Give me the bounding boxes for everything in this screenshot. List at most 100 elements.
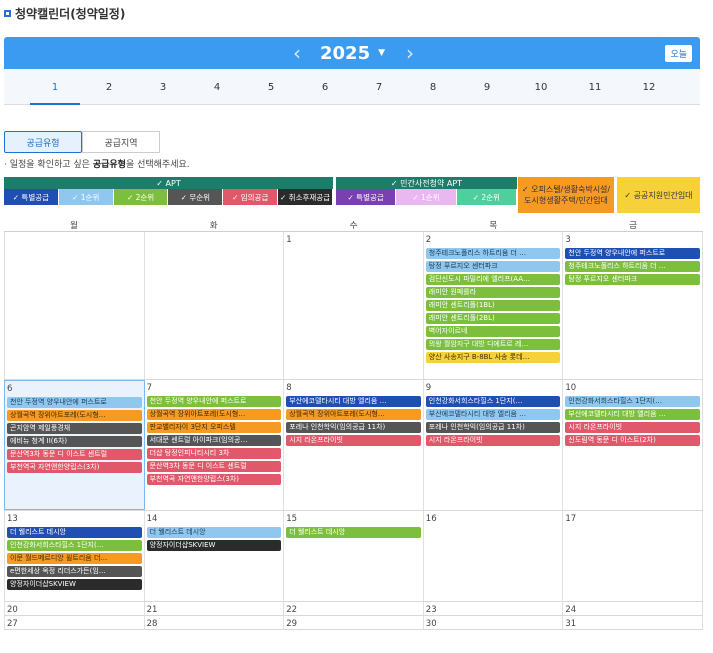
month-tab-6[interactable]: 6 xyxy=(300,69,350,105)
year-label[interactable]: 2025 xyxy=(320,43,370,64)
calendar-day[interactable]: 22 xyxy=(284,602,424,615)
filter-apt-random-button[interactable]: ✓ 임의공급 xyxy=(223,189,279,205)
calendar-event[interactable]: 신도림역 동문 디 이스트(2차) xyxy=(565,435,700,446)
month-tab-2[interactable]: 2 xyxy=(84,69,134,105)
calendar-day[interactable]: 31 xyxy=(563,616,703,629)
calendar-event[interactable]: 문산역3차 동문 디 이스트 센트럴 xyxy=(146,461,282,472)
calendar-day[interactable] xyxy=(4,232,145,379)
calendar-day[interactable]: 30 xyxy=(424,616,564,629)
calendar-event[interactable]: 탕정 푸르지오 센터파크 xyxy=(425,261,561,272)
filter-apt-no-rank-button[interactable]: ✓ 무순위 xyxy=(168,189,224,205)
calendar-event[interactable]: 천안 두정역 양우내안에 퍼스트로 xyxy=(565,248,700,259)
filter-apt-title[interactable]: ✓ APT xyxy=(4,177,333,189)
caret-down-icon[interactable]: ▼ xyxy=(378,48,385,58)
calendar-day[interactable]: 13 더 웰리스트 데시앙 인천강화서희스타힐스 1단지(… 이문 월드메르디앙 윌트… xyxy=(4,511,145,601)
calendar-event[interactable]: 더 웰리스트 데시앙 xyxy=(286,527,421,538)
calendar-event[interactable]: 인천강화서희스타힐스 1단지(… xyxy=(565,396,700,407)
calendar-event[interactable]: 검단신도시 파밀리에 엘리프(AA… xyxy=(425,274,561,285)
calendar-event[interactable]: 청주테크노폴리스 하트리움 더 … xyxy=(425,248,561,259)
calendar-event[interactable]: e편한세상 옥정 리더스가든(임… xyxy=(7,566,142,577)
calendar-day[interactable]: 17 xyxy=(563,511,703,601)
month-tab-5[interactable]: 5 xyxy=(246,69,296,105)
month-tab-3[interactable]: 3 xyxy=(138,69,188,105)
tab-supply-region[interactable]: 공급지역 xyxy=(82,131,160,153)
calendar-day[interactable]: 7 천안 두정역 양우내안에 퍼스트로 상월곡역 장위아트포레(도시형… 판교밸리자이… xyxy=(145,380,285,510)
calendar-event[interactable]: 문산역3차 동문 디 이스트 센트럴 xyxy=(7,449,142,460)
calendar-event[interactable]: 시지 라온프라이빗 xyxy=(425,435,561,446)
calendar-event[interactable]: 양정자이더샵SKVIEW xyxy=(7,579,142,590)
next-year-icon[interactable]: › xyxy=(395,41,425,65)
prev-year-icon[interactable]: ‹ xyxy=(282,41,312,65)
calendar-event[interactable]: 인천강화서희스타힐스 1단지(… xyxy=(425,396,561,407)
month-tab-12[interactable]: 12 xyxy=(624,69,674,105)
calendar-event[interactable]: 벽어자이르네 xyxy=(425,326,561,337)
month-tab-4[interactable]: 4 xyxy=(192,69,242,105)
calendar-day[interactable]: 23 xyxy=(424,602,564,615)
calendar-event[interactable]: 래미안 센트리폴(1BL) xyxy=(425,300,561,311)
calendar-event[interactable]: 양정자이더샵SKVIEW xyxy=(146,540,282,551)
calendar-day[interactable]: 21 xyxy=(145,602,285,615)
calendar-event[interactable]: 부천역곡 자연앤한양립스(3차) xyxy=(7,462,142,473)
calendar-day[interactable]: 29 xyxy=(284,616,424,629)
calendar-event[interactable]: 인천강화서희스타힐스 1단지(… xyxy=(7,540,142,551)
calendar-event[interactable]: 상월곡역 장위아트포레(도시형… xyxy=(286,409,421,420)
today-button[interactable]: 오늘 xyxy=(665,45,692,62)
month-tab-7[interactable]: 7 xyxy=(354,69,404,105)
calendar-day[interactable]: 3 천안 두정역 양우내안에 퍼스트로 청주테크노폴리스 하트리움 더 … 탕정 푸르… xyxy=(563,232,703,379)
calendar-event[interactable]: 더샵 탕정인피니티시티 3차 xyxy=(146,448,282,459)
calendar-event[interactable]: 양산 사송지구 B-8BL 사송 롯데… xyxy=(425,352,561,363)
calendar-day[interactable]: 20 xyxy=(4,602,145,615)
calendar-day[interactable]: 10 인천강화서희스타힐스 1단지(… 부산에코델타시티 대방 엘리움 … 시지 라온… xyxy=(563,380,703,510)
month-tab-10[interactable]: 10 xyxy=(516,69,566,105)
filter-private-title[interactable]: ✓ 민간사전청약 APT xyxy=(336,177,517,189)
calendar-event[interactable]: 포레나 인천학익(임의공급 11차) xyxy=(425,422,561,433)
filter-private-second-rank-button[interactable]: ✓ 2순위 xyxy=(456,189,517,205)
calendar-event[interactable]: 이문 월드메르디앙 윌트리움 더… xyxy=(7,553,142,564)
filter-apt-second-rank-button[interactable]: ✓ 2순위 xyxy=(113,189,169,205)
filter-public-rental-button[interactable]: ✓ 공공지원민간임대 xyxy=(617,177,700,213)
calendar-day[interactable]: 14 더 웰리스트 데시앙 양정자이더샵SKVIEW xyxy=(145,511,285,601)
month-tab-1[interactable]: 1 xyxy=(30,69,80,105)
calendar-day[interactable]: 9 인천강화서희스타힐스 1단지(… 부산에코델타시티 대방 엘리움 … 포레나 인천… xyxy=(424,380,564,510)
calendar-day[interactable]: 8 부산에코델타시티 대방 엘리움 … 상월곡역 장위아트포레(도시형… 포레나 인천… xyxy=(284,380,424,510)
calendar-event[interactable]: 부천역곡 자연앤한양립스(3차) xyxy=(146,474,282,485)
filter-apt-special-button[interactable]: ✓ 특별공급 xyxy=(4,189,59,205)
calendar-event[interactable]: 에비뉴 청계 II(6차) xyxy=(7,436,142,447)
calendar-event[interactable]: 판교밸리자이 3단지 오피스텔 xyxy=(146,422,282,433)
calendar-event[interactable]: 부산에코델타시티 대방 엘리움 … xyxy=(286,396,421,407)
calendar-day[interactable]: 1 xyxy=(284,232,424,379)
filter-officetel-button[interactable]: ✓ 오피스텔/생활숙박시설/도시형생활주택/민간임대 xyxy=(518,177,614,213)
calendar-event[interactable]: 의왕 월암지구 대방 디에트르 레… xyxy=(425,339,561,350)
calendar-event[interactable]: 더 웰리스트 데시앙 xyxy=(7,527,142,538)
calendar-day[interactable]: 6 천안 두정역 양우내안에 퍼스트로 상월곡역 장위아트포레(도시형… 곤지암역 제… xyxy=(4,380,145,510)
filter-private-special-button[interactable]: ✓ 특별공급 xyxy=(336,189,397,205)
calendar-day[interactable]: 27 xyxy=(4,616,145,629)
calendar-day[interactable] xyxy=(145,232,285,379)
calendar-event[interactable]: 부산에코델타시티 대방 엘리움 … xyxy=(425,409,561,420)
calendar-event[interactable]: 시지 라온프라이빗 xyxy=(565,422,700,433)
calendar-event[interactable]: 래미안 원페를라 xyxy=(425,287,561,298)
calendar-day[interactable]: 2 청주테크노폴리스 하트리움 더 … 탕정 푸르지오 센터파크 검단신도시 파밀리에… xyxy=(424,232,564,379)
calendar-event[interactable]: 천안 두정역 양우내안에 퍼스트로 xyxy=(146,396,282,407)
calendar-event[interactable]: 청주테크노폴리스 하트리움 더 … xyxy=(565,261,700,272)
month-tab-8[interactable]: 8 xyxy=(408,69,458,105)
filter-private-first-rank-button[interactable]: ✓ 1순위 xyxy=(396,189,457,205)
filter-apt-first-rank-button[interactable]: ✓ 1순위 xyxy=(58,189,114,205)
tab-supply-type[interactable]: 공급유형 xyxy=(4,131,82,153)
calendar-event[interactable]: 서대문 센트럴 아이파크(임의공… xyxy=(146,435,282,446)
calendar-event[interactable]: 천안 두정역 양우내안에 퍼스트로 xyxy=(7,397,142,408)
calendar-event[interactable]: 포레나 인천학익(임의공급 11차) xyxy=(286,422,421,433)
calendar-day[interactable]: 24 xyxy=(563,602,703,615)
calendar-event[interactable]: 탕정 푸르지오 센터파크 xyxy=(565,274,700,285)
calendar-event[interactable]: 상월곡역 장위아트포레(도시형… xyxy=(146,409,282,420)
calendar-event[interactable]: 더 웰리스트 데시앙 xyxy=(146,527,282,538)
calendar-day[interactable]: 16 xyxy=(424,511,564,601)
calendar-event[interactable]: 시지 라온프라이빗 xyxy=(286,435,421,446)
month-tab-9[interactable]: 9 xyxy=(462,69,512,105)
month-tab-11[interactable]: 11 xyxy=(570,69,620,105)
calendar-day[interactable]: 28 xyxy=(145,616,285,629)
calendar-event[interactable]: 상월곡역 장위아트포레(도시형… xyxy=(7,410,142,421)
calendar-event[interactable]: 부산에코델타시티 대방 엘리움 … xyxy=(565,409,700,420)
calendar-event[interactable]: 래미안 센트리폴(2BL) xyxy=(425,313,561,324)
calendar-day[interactable]: 15 더 웰리스트 데시앙 xyxy=(284,511,424,601)
